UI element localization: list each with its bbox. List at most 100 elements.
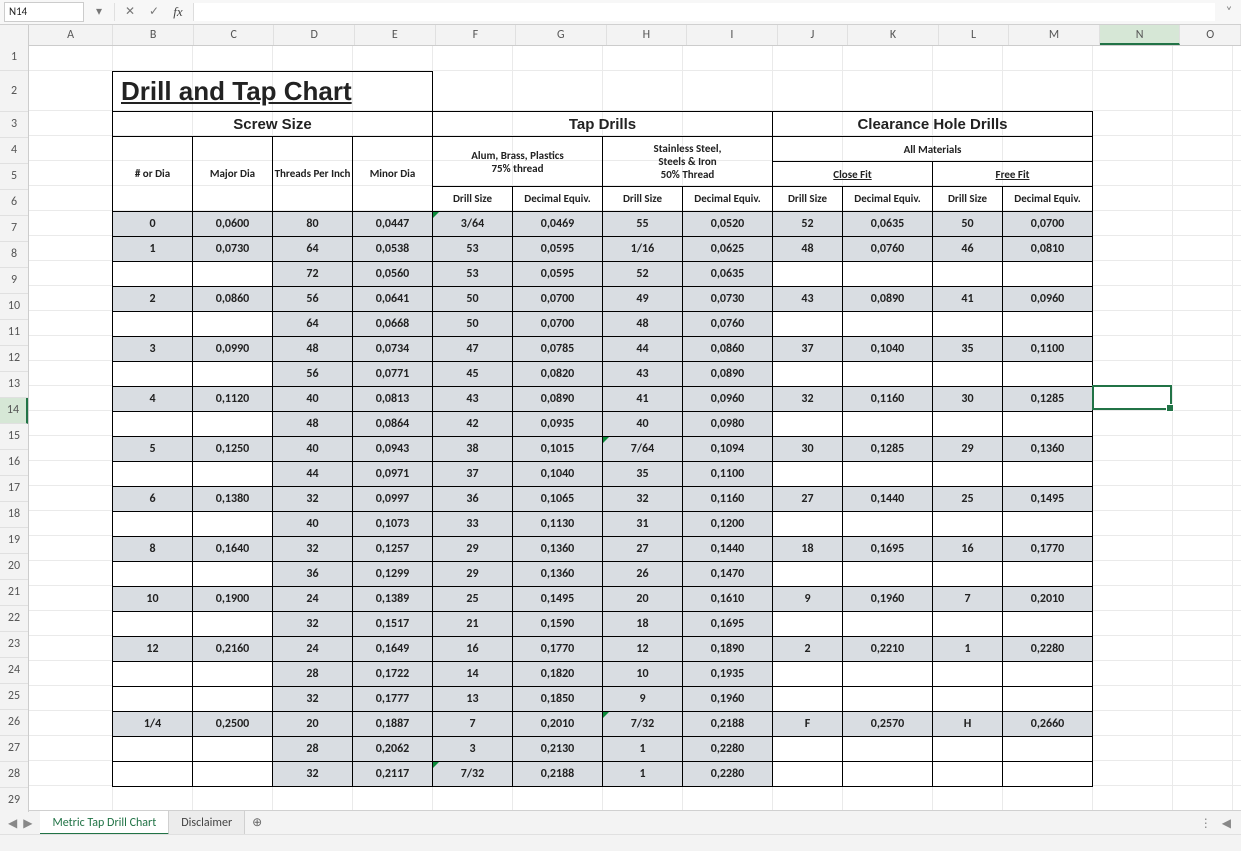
cell-dec-equiv-75[interactable]: 0,1130 (513, 512, 603, 537)
column-header-H[interactable]: H (607, 25, 688, 45)
cell[interactable] (1003, 72, 1093, 112)
cell-close-fit-size[interactable] (773, 687, 843, 712)
cell-major-dia[interactable] (193, 737, 273, 762)
cell-minor-dia[interactable]: 0,0771 (353, 362, 433, 387)
cell-tpi[interactable]: 32 (273, 537, 353, 562)
cell-dec-equiv-50[interactable]: 0,1960 (683, 687, 773, 712)
cell-drill-size-50[interactable]: 40 (603, 412, 683, 437)
cell-dec-equiv-50[interactable]: 0,2188 (683, 712, 773, 737)
cell-dec-equiv-50[interactable]: 0,1094 (683, 437, 773, 462)
cell-close-fit-dec[interactable] (843, 562, 933, 587)
cell-free-fit-dec[interactable]: 0,2280 (1003, 637, 1093, 662)
row-header-17[interactable]: 17 (0, 476, 28, 502)
header-dec-equiv-4[interactable]: Decimal Equiv. (1003, 187, 1093, 212)
header-all-materials[interactable]: All Materials (773, 137, 1093, 162)
cell-dec-equiv-75[interactable]: 0,0700 (513, 287, 603, 312)
cell-drill-size-50[interactable]: 35 (603, 462, 683, 487)
cell-free-fit-dec[interactable] (1003, 562, 1093, 587)
cell-major-dia[interactable]: 0,1120 (193, 387, 273, 412)
cell-tpi[interactable]: 40 (273, 387, 353, 412)
cell-free-fit-dec[interactable]: 0,0810 (1003, 237, 1093, 262)
column-header-N[interactable]: N (1100, 25, 1181, 45)
cell-tpi[interactable]: 44 (273, 462, 353, 487)
cell-minor-dia[interactable]: 0,0734 (353, 337, 433, 362)
cell-dec-equiv-75[interactable]: 0,2130 (513, 737, 603, 762)
cell-free-fit-size[interactable] (933, 612, 1003, 637)
cell-drill-size-50[interactable]: 32 (603, 487, 683, 512)
header-dec-equiv-3[interactable]: Decimal Equiv. (843, 187, 933, 212)
cell-num[interactable] (113, 737, 193, 762)
header-free-fit[interactable]: Free Fit (933, 162, 1093, 187)
nav-next-icon[interactable]: ▶ (23, 816, 32, 831)
cell-drill-size-50[interactable]: 52 (603, 262, 683, 287)
cell-tpi[interactable]: 40 (273, 437, 353, 462)
header-num-or-dia[interactable]: # or Dia (113, 137, 193, 212)
cell-tpi[interactable]: 24 (273, 587, 353, 612)
cell-free-fit-dec[interactable]: 0,1285 (1003, 387, 1093, 412)
cell-drill-size-50[interactable]: 27 (603, 537, 683, 562)
column-header-E[interactable]: E (355, 25, 436, 45)
cell-major-dia[interactable] (193, 687, 273, 712)
cell-num[interactable]: 8 (113, 537, 193, 562)
cell-major-dia[interactable] (193, 512, 273, 537)
row-header-24[interactable]: 24 (0, 658, 28, 684)
cell-dec-equiv-75[interactable]: 0,0935 (513, 412, 603, 437)
cell-drill-size-75[interactable]: 13 (433, 687, 513, 712)
cell-dec-equiv-75[interactable]: 0,0785 (513, 337, 603, 362)
cell-dec-equiv-75[interactable]: 0,1065 (513, 487, 603, 512)
cell-num[interactable]: 5 (113, 437, 193, 462)
cell-free-fit-dec[interactable]: 0,1495 (1003, 487, 1093, 512)
cell[interactable] (773, 72, 843, 112)
cell-num[interactable]: 2 (113, 287, 193, 312)
cell-drill-size-75[interactable]: 3 (433, 737, 513, 762)
cell-drill-size-75[interactable]: 21 (433, 612, 513, 637)
cell-free-fit-size[interactable]: 50 (933, 212, 1003, 237)
cancel-icon[interactable]: ✕ (121, 3, 139, 21)
cell-num[interactable]: 3 (113, 337, 193, 362)
cell-close-fit-dec[interactable] (843, 687, 933, 712)
cell-drill-size-50[interactable]: 1/16 (603, 237, 683, 262)
cell-drill-size-75[interactable]: 38 (433, 437, 513, 462)
formula-bar-expand-icon[interactable]: ˅ (1221, 5, 1237, 19)
cell-drill-size-75[interactable]: 29 (433, 562, 513, 587)
cell-drill-size-50[interactable]: 12 (603, 637, 683, 662)
row-header-4[interactable]: 4 (0, 138, 28, 164)
row-header-13[interactable]: 13 (0, 372, 28, 398)
cell-drill-size-75[interactable]: 14 (433, 662, 513, 687)
header-alum-brass[interactable]: Alum, Brass, Plastics75% thread (433, 137, 603, 187)
cell-drill-size-50[interactable]: 31 (603, 512, 683, 537)
cell-drill-size-75[interactable]: 50 (433, 287, 513, 312)
cell-close-fit-dec[interactable] (843, 512, 933, 537)
cell-free-fit-size[interactable] (933, 762, 1003, 787)
cell-major-dia[interactable] (193, 362, 273, 387)
cell-dec-equiv-50[interactable]: 0,1610 (683, 587, 773, 612)
cell-major-dia[interactable]: 0,1250 (193, 437, 273, 462)
header-tap-drills[interactable]: Tap Drills (433, 112, 773, 137)
cell-num[interactable] (113, 562, 193, 587)
cell-dec-equiv-75[interactable]: 0,0595 (513, 262, 603, 287)
column-header-I[interactable]: I (687, 25, 777, 45)
cell-dec-equiv-50[interactable]: 0,0980 (683, 412, 773, 437)
cell-minor-dia[interactable]: 0,1517 (353, 612, 433, 637)
cell[interactable] (603, 72, 683, 112)
cell-minor-dia[interactable]: 0,0864 (353, 412, 433, 437)
row-header-16[interactable]: 16 (0, 450, 28, 476)
cell-close-fit-dec[interactable]: 0,1695 (843, 537, 933, 562)
column-header-C[interactable]: C (194, 25, 275, 45)
header-dec-equiv-1[interactable]: Decimal Equiv. (513, 187, 603, 212)
row-header-14[interactable]: 14 (0, 398, 28, 424)
cell-free-fit-dec[interactable] (1003, 262, 1093, 287)
cell-dec-equiv-50[interactable]: 0,1935 (683, 662, 773, 687)
row-header-18[interactable]: 18 (0, 502, 28, 528)
row-header-5[interactable]: 5 (0, 164, 28, 190)
row-header-20[interactable]: 20 (0, 554, 28, 580)
cell-minor-dia[interactable]: 0,0560 (353, 262, 433, 287)
cell-num[interactable] (113, 262, 193, 287)
cell-num[interactable]: 12 (113, 637, 193, 662)
cell-close-fit-size[interactable] (773, 362, 843, 387)
cell-major-dia[interactable]: 0,2160 (193, 637, 273, 662)
cell-minor-dia[interactable]: 0,1073 (353, 512, 433, 537)
cell-drill-size-50[interactable]: 26 (603, 562, 683, 587)
cell-major-dia[interactable] (193, 462, 273, 487)
cell-tpi[interactable]: 32 (273, 687, 353, 712)
